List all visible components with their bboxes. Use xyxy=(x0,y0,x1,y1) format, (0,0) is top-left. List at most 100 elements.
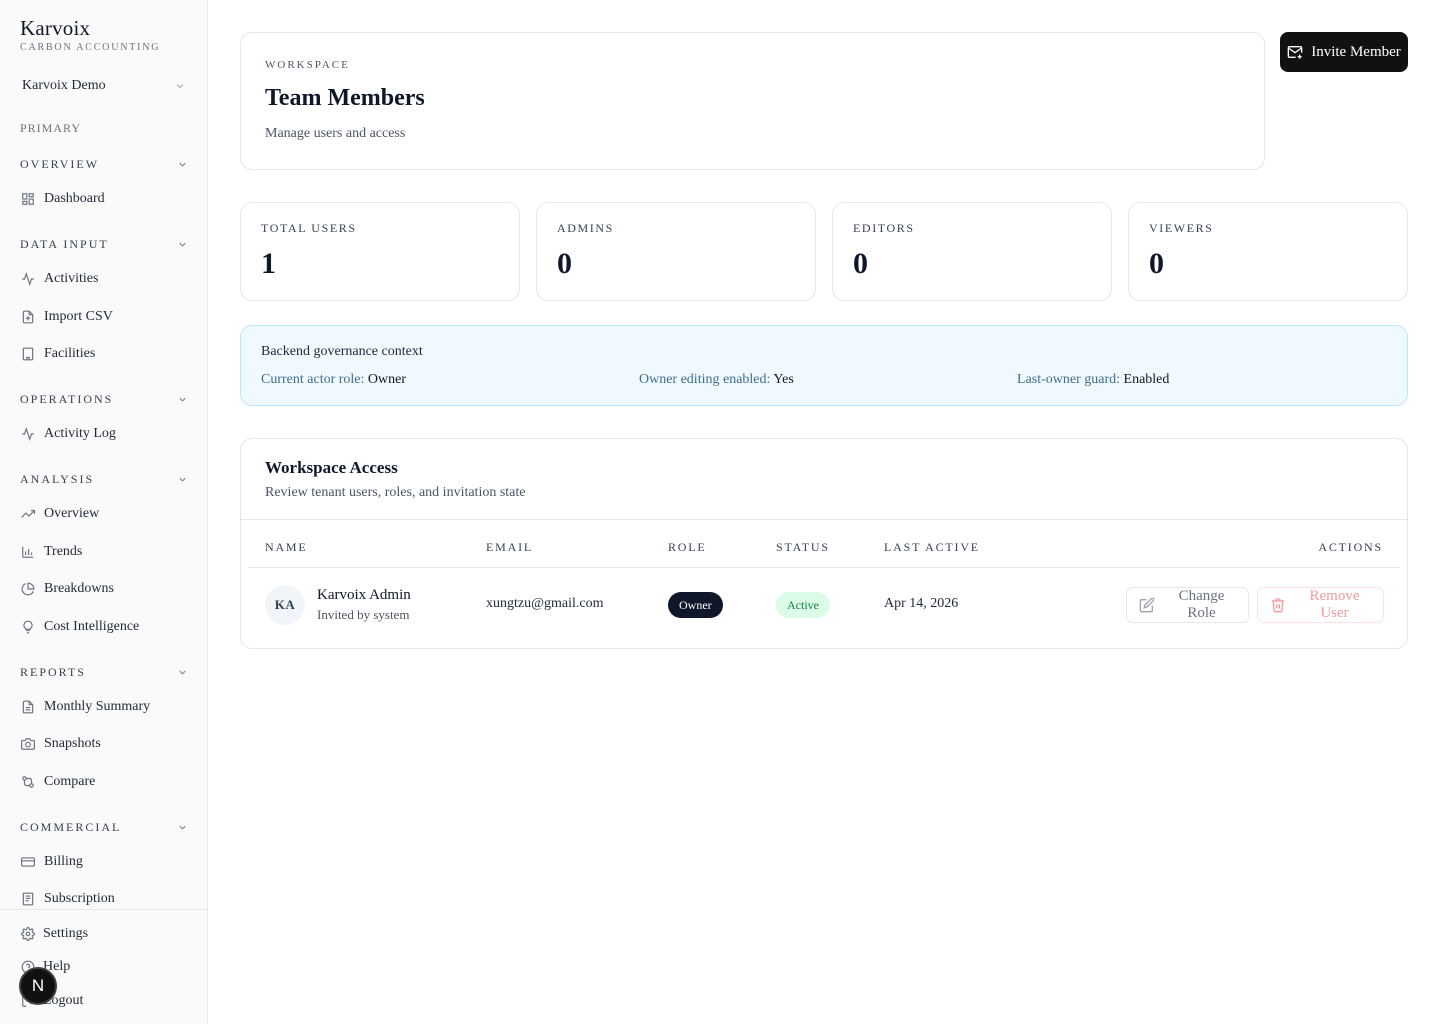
sidebar-item-compare[interactable]: Compare xyxy=(20,769,196,795)
compare-icon xyxy=(20,775,35,790)
governance-title: Backend governance context xyxy=(261,344,423,359)
governance-value: Owner xyxy=(367,372,407,387)
change-role-button[interactable]: Change Role xyxy=(1126,587,1249,623)
sidebar-item-activity-log[interactable]: Activity Log xyxy=(20,421,196,447)
invite-member-button[interactable]: Invite Member xyxy=(1280,32,1408,72)
chevron-down-icon xyxy=(177,667,188,678)
stat-value: 0 xyxy=(853,247,868,280)
chevron-down-icon xyxy=(177,822,188,833)
sidebar-item-trends[interactable]: Trends xyxy=(20,539,196,565)
assistant-fab-button[interactable]: N xyxy=(19,967,57,1005)
chevron-down-icon xyxy=(177,239,188,250)
sidebar-item-label: Snapshots xyxy=(44,736,101,751)
section-data-input[interactable]: DATA INPUT xyxy=(20,235,188,253)
sidebar-item-import-csv[interactable]: Import CSV xyxy=(20,304,196,330)
divider xyxy=(241,519,1407,520)
activity-icon xyxy=(20,427,35,442)
sidebar-item-label: Breakdowns xyxy=(44,581,114,596)
column-header-last-active: LAST ACTIVE xyxy=(884,540,980,554)
stat-card-viewers: VIEWERS 0 xyxy=(1128,202,1408,301)
chevron-down-icon xyxy=(174,80,186,92)
sidebar-item-label: Subscription xyxy=(44,891,115,906)
governance-key: Owner editing enabled: xyxy=(639,372,771,387)
status-badge: Active xyxy=(776,592,830,618)
trash-icon xyxy=(1270,597,1286,613)
sidebar-item-label: Import CSV xyxy=(44,309,113,324)
camera-icon xyxy=(20,737,35,752)
primary-label: PRIMARY xyxy=(20,121,82,135)
section-analysis[interactable]: ANALYSIS xyxy=(20,470,188,488)
invite-member-label: Invite Member xyxy=(1311,43,1401,60)
section-title: ANALYSIS xyxy=(20,471,95,486)
sidebar-item-snapshots[interactable]: Snapshots xyxy=(20,731,196,757)
credit-card-icon xyxy=(20,855,35,870)
section-title: COMMERCIAL xyxy=(20,819,122,834)
stat-label: VIEWERS xyxy=(1149,221,1214,235)
fab-label: N xyxy=(31,976,45,995)
sidebar-item-overview[interactable]: Overview xyxy=(20,501,196,527)
file-text-icon xyxy=(20,700,35,715)
stat-label: ADMINS xyxy=(557,221,614,235)
sidebar-item-facilities[interactable]: Facilities xyxy=(20,341,196,367)
sidebar-item-label: Activities xyxy=(44,271,99,286)
workspace-select-value: Karvoix Demo xyxy=(22,78,106,93)
change-role-label: Change Role xyxy=(1178,588,1225,621)
remove-user-button[interactable]: Remove User xyxy=(1257,587,1384,623)
edit-icon xyxy=(1139,597,1155,613)
section-title: DATA INPUT xyxy=(20,236,109,251)
sidebar-item-label: Dashboard xyxy=(44,191,105,206)
sidebar-item-label: Billing xyxy=(44,854,83,869)
sidebar-item-label: Compare xyxy=(44,774,96,789)
sidebar-item-label: Settings xyxy=(43,926,89,941)
brand: Karvoix CARBON ACCOUNTING xyxy=(20,16,160,53)
sidebar-item-label: Monthly Summary xyxy=(44,699,151,714)
workspace-access-card: Workspace Access Review tenant users, ro… xyxy=(240,438,1408,649)
column-header-name: NAME xyxy=(265,540,308,554)
bar-chart-icon xyxy=(20,545,35,560)
stat-card-editors: EDITORS 0 xyxy=(832,202,1112,301)
column-header-status: STATUS xyxy=(776,540,830,554)
user-invited-by: Invited by system xyxy=(317,607,410,622)
divider xyxy=(249,567,1400,568)
section-reports[interactable]: REPORTS xyxy=(20,663,188,681)
page-title: Team Members xyxy=(265,85,425,111)
user-last-active: Apr 14, 2026 xyxy=(884,596,959,611)
page-header-card: WORKSPACE Team Members Manage users and … xyxy=(240,32,1265,170)
stat-label: TOTAL USERS xyxy=(261,221,357,235)
sidebar-item-settings[interactable]: Settings xyxy=(20,923,88,945)
user-email: xungtzu@gmail.com xyxy=(486,596,604,611)
governance-key: Current actor role: xyxy=(261,372,365,387)
stat-label: EDITORS xyxy=(853,221,915,235)
building-icon xyxy=(20,347,35,362)
mail-plus-icon xyxy=(1287,44,1303,60)
sidebar-item-label: Cost Intelligence xyxy=(44,619,140,634)
governance-actor-role: Current actor role: Owner xyxy=(261,372,406,388)
avatar: KA xyxy=(265,585,305,625)
sidebar-item-billing[interactable]: Billing xyxy=(20,849,196,875)
column-header-role: ROLE xyxy=(668,540,707,554)
sidebar-item-label: Activity Log xyxy=(44,426,116,441)
section-overview[interactable]: OVERVIEW xyxy=(20,155,188,173)
governance-value: Enabled xyxy=(1123,372,1170,387)
lightbulb-icon xyxy=(20,620,35,635)
section-commercial[interactable]: COMMERCIAL xyxy=(20,818,188,836)
sidebar-item-cost-intelligence[interactable]: Cost Intelligence xyxy=(20,614,196,640)
trending-up-icon xyxy=(20,507,35,522)
sidebar-item-monthly-summary[interactable]: Monthly Summary xyxy=(20,694,196,720)
chevron-down-icon xyxy=(177,474,188,485)
section-title: OPERATIONS xyxy=(20,391,114,406)
access-subtitle: Review tenant users, roles, and invitati… xyxy=(265,485,526,500)
sidebar-item-breakdowns[interactable]: Breakdowns xyxy=(20,576,196,602)
sidebar-item-activities[interactable]: Activities xyxy=(20,266,196,292)
sidebar-item-label: Overview xyxy=(44,506,100,521)
sidebar-item-dashboard[interactable]: Dashboard xyxy=(20,186,196,212)
stat-value: 1 xyxy=(261,247,276,280)
sidebar: Karvoix CARBON ACCOUNTING Karvoix Demo P… xyxy=(0,0,208,1024)
workspace-select[interactable]: Karvoix Demo xyxy=(12,72,196,100)
page-subtitle: Manage users and access xyxy=(265,126,406,141)
user-name: Karvoix Admin xyxy=(317,587,411,603)
section-operations[interactable]: OPERATIONS xyxy=(20,390,188,408)
pie-chart-icon xyxy=(20,582,35,597)
section-title: REPORTS xyxy=(20,664,86,679)
stat-value: 0 xyxy=(557,247,572,280)
